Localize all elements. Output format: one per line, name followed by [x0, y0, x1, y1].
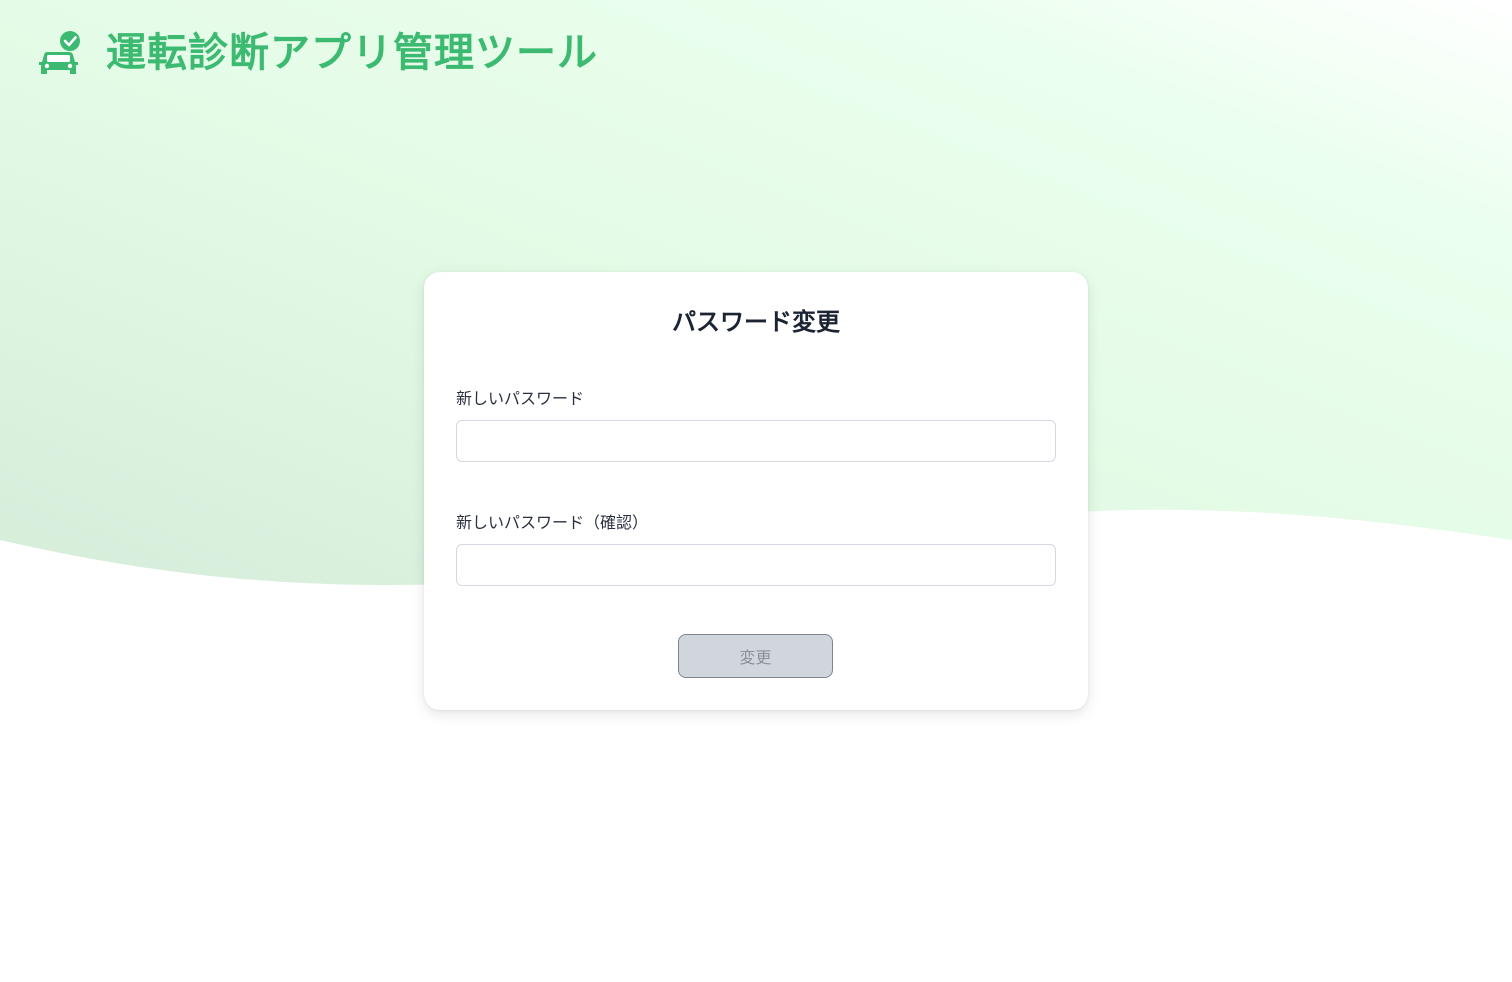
form-title: パスワード変更 — [672, 308, 840, 336]
confirm-password-input[interactable] — [456, 544, 1056, 586]
password-change-card: パスワード変更 新しいパスワード 新しいパスワード（確認） 変更 — [424, 272, 1088, 710]
confirm-password-label: 新しいパスワード（確認） — [456, 513, 649, 532]
app-title: 運転診断アプリ管理ツール — [106, 30, 598, 76]
new-password-label: 新しいパスワード — [456, 389, 585, 408]
app-header: 運転診断アプリ管理ツール — [38, 28, 598, 78]
car-check-icon — [39, 31, 80, 74]
change-button[interactable]: 変更 — [678, 634, 833, 678]
new-password-input[interactable] — [456, 420, 1056, 462]
password-change-page: 運転診断アプリ管理ツール パスワード変更 新しいパスワード 新しいパスワード（確… — [0, 0, 1512, 982]
